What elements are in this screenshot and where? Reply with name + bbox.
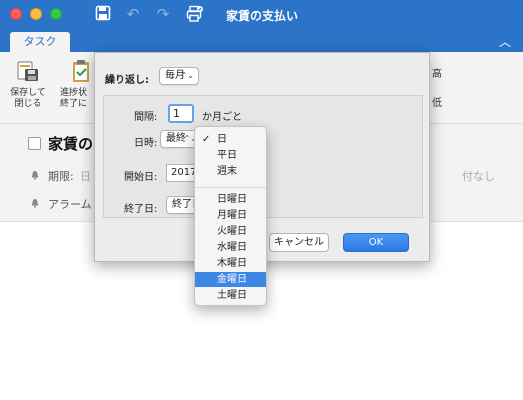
interval-unit-label: か月ごと xyxy=(202,112,242,123)
ok-button[interactable]: OK xyxy=(343,233,409,252)
chevron-updown-icon: ⌃⌄ xyxy=(180,71,194,80)
zoom-window-button[interactable] xyxy=(50,8,62,20)
due-date-value[interactable]: 日 xyxy=(80,168,91,184)
menu-item-monday[interactable]: 月曜日 xyxy=(195,208,266,223)
priority-high-button[interactable]: 高 xyxy=(432,65,442,80)
menu-item-day[interactable]: ✓ 日 xyxy=(195,132,266,147)
progress-label-1: 進捗状 xyxy=(60,88,88,98)
minimize-window-button[interactable] xyxy=(30,8,42,20)
ribbon-tab-bar: タスク ︿ xyxy=(0,30,523,52)
priority-low-button[interactable]: 低 xyxy=(432,94,442,109)
clipboard-icon xyxy=(68,58,94,84)
repeat-label: 繰り返し: xyxy=(105,75,149,86)
bell-icon xyxy=(30,170,40,180)
menu-item-tuesday[interactable]: 火曜日 xyxy=(195,224,266,239)
menu-item-thursday[interactable]: 木曜日 xyxy=(195,256,266,271)
cancel-button[interactable]: キャンセル xyxy=(269,233,329,252)
interval-label: 間隔: xyxy=(134,112,158,123)
menu-item-weekday[interactable]: 平日 xyxy=(195,148,266,163)
start-date-label: 開始日: xyxy=(124,172,158,183)
save-and-close-button[interactable]: 保存して 閉じる xyxy=(6,58,50,110)
chevron-up-icon[interactable]: ︿ xyxy=(499,33,511,50)
repeat-select[interactable]: 毎月 ⌃⌄ xyxy=(159,67,199,85)
alarm-label: アラーム xyxy=(48,198,92,211)
save-close-icon xyxy=(15,58,41,84)
tab-task[interactable]: タスク xyxy=(10,32,70,52)
checkmark-icon: ✓ xyxy=(202,134,211,145)
menu-separator xyxy=(195,187,266,188)
interval-input[interactable]: 1 xyxy=(168,104,194,123)
save-icon[interactable] xyxy=(94,5,112,23)
end-date-label: 終了日: xyxy=(124,204,158,215)
menu-item-sunday[interactable]: 日曜日 xyxy=(195,192,266,207)
menu-item-day-label: 日 xyxy=(217,134,227,145)
window-title: 家賃の支払い xyxy=(226,9,299,23)
menu-item-saturday[interactable]: 土曜日 xyxy=(195,288,266,303)
title-bar: ↶ ↷ 家賃の支払い xyxy=(0,0,523,30)
alarm-icon xyxy=(30,198,40,208)
progress-label-2: 終了に xyxy=(60,99,88,109)
menu-item-weekend[interactable]: 週末 xyxy=(195,164,266,179)
menu-item-friday[interactable]: 金曜日 xyxy=(195,272,266,287)
save-close-label-1: 保存して xyxy=(10,88,46,98)
close-window-button[interactable] xyxy=(10,8,22,20)
due-date-label: 期限: xyxy=(48,170,74,183)
menu-item-wednesday[interactable]: 水曜日 xyxy=(195,240,266,255)
redo-icon[interactable]: ↷ xyxy=(154,5,172,23)
day-dropdown-menu: ✓ 日 平日 週末 日曜日 月曜日 火曜日 水曜日 木曜日 金曜日 土曜日 xyxy=(194,126,267,306)
print-icon[interactable] xyxy=(186,5,204,23)
progress-button[interactable]: 進捗状 終了に xyxy=(60,58,94,110)
no-date-label: 付なし xyxy=(462,170,495,183)
date-label: 日時: xyxy=(134,138,158,149)
undo-icon[interactable]: ↶ xyxy=(124,5,142,23)
task-complete-checkbox[interactable] xyxy=(28,137,41,150)
task-title[interactable]: 家賃の xyxy=(48,133,93,154)
save-close-label-2: 閉じる xyxy=(14,99,42,109)
